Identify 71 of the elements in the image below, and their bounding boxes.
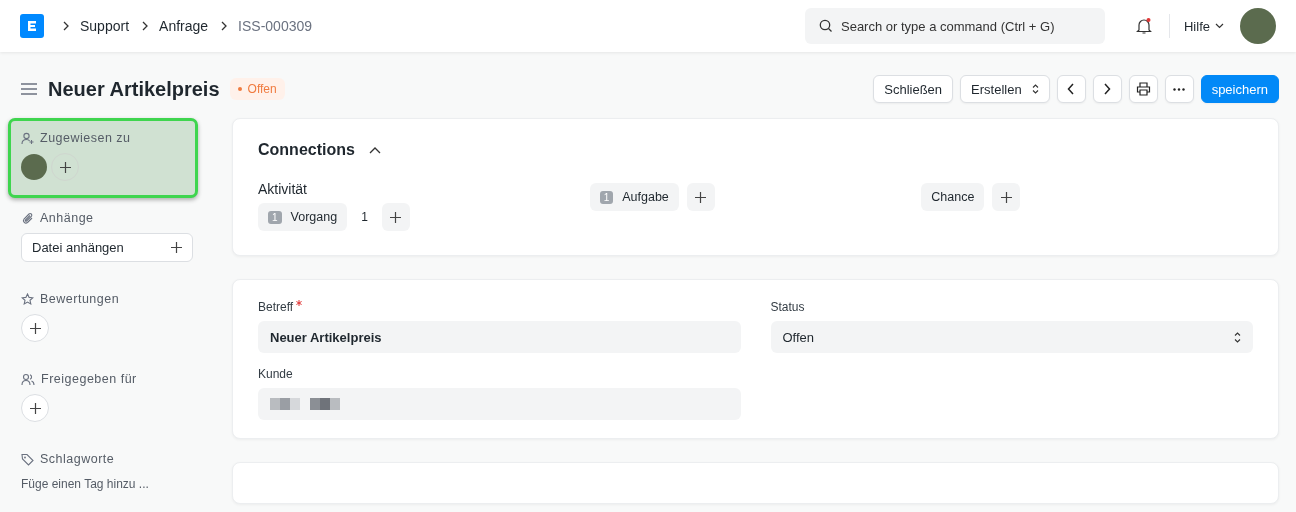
help-menu[interactable]: Hilfe xyxy=(1184,18,1224,34)
add-user-icon xyxy=(21,131,34,145)
sort-icon xyxy=(1234,331,1241,343)
chevron-right-icon xyxy=(1103,83,1112,95)
plus-icon xyxy=(171,242,182,253)
close-button[interactable]: Schließen xyxy=(873,75,954,103)
section-label: Freigegeben für xyxy=(41,372,137,386)
breadcrumb-link[interactable]: Anfrage xyxy=(159,18,209,34)
chevron-right-icon xyxy=(220,21,229,31)
connection-link[interactable]: 1 Vorgang xyxy=(258,203,348,231)
notification-bell-icon[interactable] xyxy=(1135,17,1153,35)
plus-icon xyxy=(695,191,707,203)
group-heading: Aktivität xyxy=(258,181,308,197)
breadcrumb-link[interactable]: Support xyxy=(80,18,130,34)
printer-icon xyxy=(1135,82,1151,96)
paperclip-icon xyxy=(21,211,34,225)
link-label: Aufgabe xyxy=(622,190,669,204)
star-icon xyxy=(21,292,34,306)
tag-icon xyxy=(21,452,34,466)
app-logo-icon[interactable] xyxy=(20,14,44,38)
print-button[interactable] xyxy=(1128,75,1158,103)
chevron-up-icon[interactable] xyxy=(368,146,381,154)
customer-input[interactable] xyxy=(258,388,741,420)
link-label: Chance xyxy=(931,190,975,204)
next-button[interactable] xyxy=(1092,75,1122,103)
count-badge: 1 xyxy=(268,210,282,224)
field-label: Kunde xyxy=(258,367,293,381)
save-button[interactable]: speichern xyxy=(1200,75,1279,103)
section-title: Connections xyxy=(258,141,355,159)
add-button[interactable] xyxy=(686,183,715,211)
page-title: Neuer Artikelpreis xyxy=(48,77,220,101)
subject-input[interactable]: Neuer Artikelpreis xyxy=(258,321,741,353)
connection-link[interactable]: Chance xyxy=(921,183,985,211)
plus-icon xyxy=(59,161,71,173)
menu-icon[interactable] xyxy=(20,82,38,96)
breadcrumb-link[interactable]: ISS-000309 xyxy=(238,18,313,34)
section-label: Anhänge xyxy=(40,211,94,225)
create-dropdown[interactable]: Erstellen xyxy=(960,75,1050,103)
connection-link[interactable]: 1 Aufgabe xyxy=(589,183,679,211)
previous-button[interactable] xyxy=(1056,75,1086,103)
status-select[interactable]: Offen xyxy=(770,321,1253,353)
plus-icon xyxy=(29,322,41,334)
count-label: 1 xyxy=(360,210,369,224)
add-button[interactable] xyxy=(21,314,49,342)
chevron-right-icon xyxy=(62,21,70,31)
more-icon xyxy=(1173,87,1186,91)
add-button[interactable] xyxy=(992,183,1021,211)
add-button[interactable] xyxy=(21,394,49,422)
chevron-down-icon xyxy=(1215,23,1224,29)
link-label: Vorgang xyxy=(290,210,338,224)
attach-file-button[interactable]: Datei anhängen xyxy=(21,233,193,262)
chevron-right-icon xyxy=(141,21,150,31)
section-label: Bewertungen xyxy=(40,292,120,306)
tag-input[interactable]: Füge einen Tag hinzu ... xyxy=(21,477,191,491)
field-label: Status xyxy=(770,300,805,314)
plus-icon xyxy=(390,211,402,223)
plus-icon xyxy=(1000,191,1012,203)
section-label: Zugewiesen zu xyxy=(40,131,131,145)
field-label: Betreff xyxy=(258,300,294,314)
add-button[interactable] xyxy=(381,203,410,231)
status-badge: Offen xyxy=(229,78,285,100)
users-icon xyxy=(21,372,35,386)
chevron-left-icon xyxy=(1067,83,1076,95)
search-field[interactable]: Search or type a command (Ctrl + G) xyxy=(805,8,1105,44)
section-label: Schlagworte xyxy=(40,452,115,466)
redacted-value-drawing xyxy=(270,398,342,410)
count-badge: 1 xyxy=(599,190,614,204)
plus-icon xyxy=(29,402,41,414)
assignee-avatar xyxy=(21,154,47,180)
user-avatar[interactable] xyxy=(1240,8,1276,44)
sort-icon xyxy=(1031,84,1039,94)
